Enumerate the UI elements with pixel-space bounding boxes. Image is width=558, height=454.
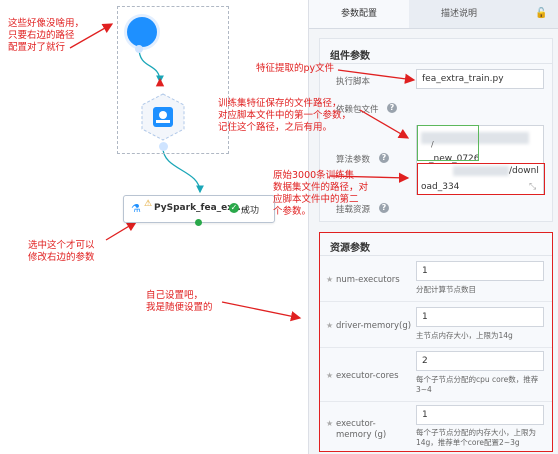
panel-annotation-arrows — [329, 69, 416, 183]
